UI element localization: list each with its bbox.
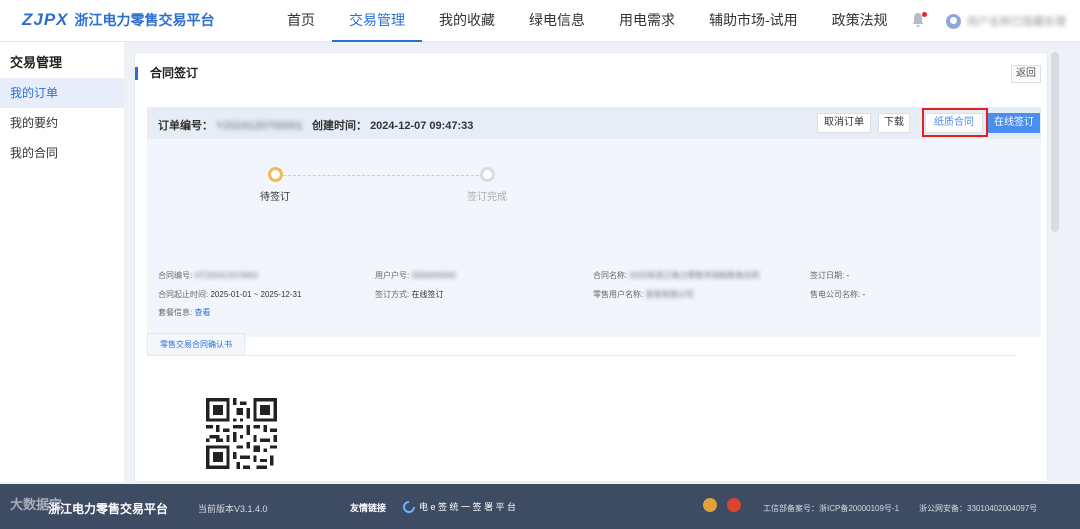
nav-home[interactable]: 首页 xyxy=(270,0,332,42)
logo-mark: ZJPX xyxy=(22,10,69,29)
contract-name: 合同名称: 2025年浙江电力零售市场购售电合同 xyxy=(593,270,759,281)
step-pending: 待签订 xyxy=(257,167,293,203)
account-value: 3300000000 xyxy=(411,271,456,280)
avatar xyxy=(946,13,961,29)
tab-confirmation-document[interactable]: 零售交易合同确认书 xyxy=(147,333,245,355)
order-detail-area: 待签订 签订完成 合同编号: HT202412070001 用户户号: 3300… xyxy=(147,139,1041,337)
retail-user: 零售用户名称: 某某有限公司 xyxy=(593,289,693,300)
main-nav: 首页 交易管理 我的收藏 绿电信息 用电需求 辅助市场-试用 政策法规 xyxy=(270,0,905,42)
order-no-value: Y2024120700001 xyxy=(216,120,303,132)
order-summary: 订单编号： Y2024120700001 创建时间： 2024-12-07 09… xyxy=(158,117,473,133)
nav-policy[interactable]: 政策法规 xyxy=(815,0,905,42)
nav-favorites[interactable]: 我的收藏 xyxy=(422,0,512,42)
created-time-value: 2024-12-07 09:47:33 xyxy=(370,120,474,132)
sidebar-item-my-offers[interactable]: 我的要约 xyxy=(0,108,124,138)
vertical-scrollbar[interactable] xyxy=(1051,52,1059,232)
esign-link[interactable]: 电 e 签 统 一 签 署 平 台 xyxy=(403,500,516,513)
sidebar: 交易管理 我的订单 我的要约 我的合同 xyxy=(0,42,124,482)
sign-method: 签订方式: 在线签订 xyxy=(375,289,443,300)
main-panel: 合同签订 返回 订单编号： Y2024120700001 创建时间： 2024-… xyxy=(134,52,1048,482)
online-sign-button[interactable]: 在线签订 xyxy=(988,113,1040,133)
back-button[interactable]: 返回 xyxy=(1011,65,1041,83)
cancel-order-button[interactable]: 取消订单 xyxy=(817,113,871,133)
footer: 大数据宝 浙江电力零售交易平台 当前版本V3.1.4.0 友情链接 电 e 签 … xyxy=(0,484,1080,529)
step-completed: 签订完成 xyxy=(463,167,511,203)
step-pending-dot xyxy=(267,167,283,182)
nav-demand[interactable]: 用电需求 xyxy=(602,0,692,42)
platform-logo[interactable]: ZJPX 浙江电力零售交易平台 xyxy=(22,10,215,30)
retail-user-label: 零售用户名称: xyxy=(593,290,644,299)
icp-record[interactable]: 工信部备案号：浙ICP备20000109号-1 xyxy=(763,503,899,514)
package-view-link[interactable]: 查看 xyxy=(194,308,210,317)
contract-no: 合同编号: HT202412070001 xyxy=(158,270,259,281)
esign-logo-icon xyxy=(403,500,415,513)
qr-code-icon xyxy=(206,398,277,469)
step-pending-label: 待签订 xyxy=(260,192,290,203)
user-menu[interactable]: 用户名称已隐藏处理 xyxy=(946,13,1066,29)
esign-label: 电 e 签 统 一 签 署 平 台 xyxy=(419,502,517,512)
contract-period: 合同起止时间: 2025-01-01 ~ 2025-12-31 xyxy=(158,289,301,300)
user-name: 用户名称已隐藏处理 xyxy=(967,16,1066,28)
document-preview xyxy=(147,355,1017,481)
order-header-bar: 订单编号： Y2024120700001 创建时间： 2024-12-07 09… xyxy=(147,107,1041,139)
seller-company: 售电公司名称: - xyxy=(810,289,865,300)
step-completed-dot xyxy=(479,167,495,182)
police-record[interactable]: 浙公网安备：33010402004097号 xyxy=(919,503,1037,514)
top-navigation-bar: ZJPX 浙江电力零售交易平台 首页 交易管理 我的收藏 绿电信息 用电需求 辅… xyxy=(0,0,1080,42)
seller-label: 售电公司名称: xyxy=(810,290,861,299)
contract-no-label: 合同编号: xyxy=(158,271,193,280)
sign-date: 签订日期: - xyxy=(810,270,849,281)
notification-dot xyxy=(922,12,927,17)
package-label: 套餐信息: xyxy=(158,308,193,317)
contract-name-label: 合同名称: xyxy=(593,271,628,280)
sidebar-item-my-contracts[interactable]: 我的合同 xyxy=(0,138,124,168)
emblem-icon xyxy=(727,498,741,512)
created-time-label: 创建时间： xyxy=(312,120,367,132)
period-value: 2025-01-01 ~ 2025-12-31 xyxy=(210,290,302,299)
sidebar-item-my-orders[interactable]: 我的订单 xyxy=(0,78,124,108)
account-label: 用户户号: xyxy=(375,271,410,280)
sign-date-label: 签订日期: xyxy=(810,271,845,280)
sign-method-value: 在线签订 xyxy=(411,290,444,299)
package-info: 套餐信息: 查看 xyxy=(158,307,210,318)
sign-method-label: 签订方式: xyxy=(375,290,410,299)
order-no-label: 订单编号： xyxy=(158,120,213,132)
sidebar-title: 交易管理 xyxy=(10,55,63,70)
contract-name-value: 2025年浙江电力零售市场购售电合同 xyxy=(629,271,760,280)
page-title: 合同签订 xyxy=(135,67,198,80)
download-button[interactable]: 下载 xyxy=(878,113,910,133)
step-connector xyxy=(283,175,479,176)
version-text: 当前版本V3.1.4.0 xyxy=(198,504,268,514)
police-badge-icon xyxy=(703,498,717,512)
sign-date-value: - xyxy=(846,271,850,280)
nav-green-power[interactable]: 绿电信息 xyxy=(512,0,602,42)
logo-text: 浙江电力零售交易平台 xyxy=(74,12,215,28)
nav-trade-management[interactable]: 交易管理 xyxy=(332,0,422,42)
friendly-links-label: 友情链接 xyxy=(350,503,387,513)
nav-ancillary-market[interactable]: 辅助市场-试用 xyxy=(692,0,815,42)
seller-value: - xyxy=(862,290,866,299)
account-no: 用户户号: 3300000000 xyxy=(375,270,456,281)
contract-no-value: HT202412070001 xyxy=(194,271,259,280)
step-completed-label: 签订完成 xyxy=(467,192,507,203)
highlight-annotation xyxy=(922,108,988,137)
footer-title: 浙江电力零售交易平台 xyxy=(48,502,169,516)
period-label: 合同起止时间: xyxy=(158,290,209,299)
retail-user-value: 某某有限公司 xyxy=(645,290,694,299)
